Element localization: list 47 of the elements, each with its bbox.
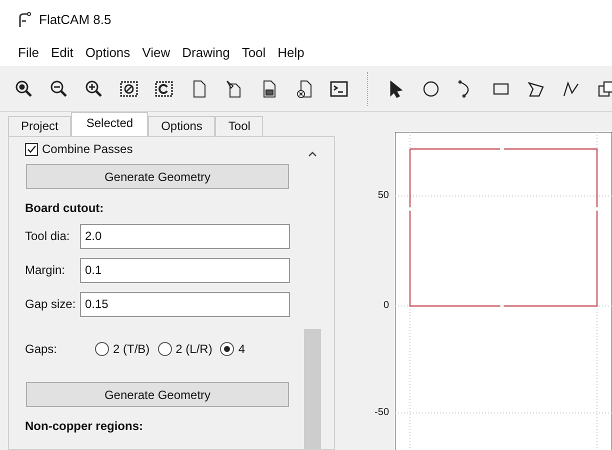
clear-plot-icon[interactable] (119, 78, 139, 98)
path-icon[interactable] (561, 78, 581, 98)
replot-icon[interactable] (154, 78, 174, 98)
scroll-up-icon[interactable] (308, 151, 316, 157)
zoom-fit-icon[interactable] (14, 78, 34, 98)
circle-icon[interactable] (421, 78, 441, 98)
delete-file-icon[interactable] (294, 78, 314, 98)
field-label: Tool dia: (25, 228, 71, 245)
field-label: Gaps: (25, 341, 58, 358)
menu-item[interactable]: Edit (44, 43, 80, 63)
menu-item[interactable]: Tool (236, 43, 272, 63)
generate-geometry-button[interactable]: Generate Geometry (26, 382, 289, 407)
tab[interactable]: Options (148, 116, 216, 136)
scroll-thumb[interactable] (304, 329, 320, 449)
checkbox-label: Combine Passes (42, 141, 133, 158)
window-title: FlatCAM 8.5 (39, 11, 112, 30)
tab[interactable]: Tool (215, 116, 264, 136)
section-heading: Non-copper regions: (25, 418, 144, 435)
zoom-out-icon[interactable] (49, 78, 69, 98)
generate-geometry-button[interactable]: Generate Geometry (26, 164, 289, 189)
menu-item[interactable]: View (136, 43, 176, 63)
menu-item[interactable]: Help (272, 43, 310, 63)
field-label: Gap size: (25, 296, 77, 313)
axis-label: 0 (383, 300, 389, 312)
tab[interactable]: Project (8, 116, 72, 136)
menu-item[interactable]: File (12, 43, 45, 63)
radio-button[interactable] (158, 342, 172, 356)
app-logo-icon (17, 12, 31, 28)
checkbox[interactable] (25, 142, 38, 156)
input-field[interactable]: 2.0 (80, 224, 290, 248)
shell-icon[interactable] (329, 78, 349, 98)
radio-label: 4 (238, 341, 246, 358)
tab[interactable]: Selected (71, 112, 148, 136)
radio-button[interactable] (95, 342, 109, 356)
section-heading: Board cutout: (25, 200, 105, 217)
field-label: Margin: (25, 262, 66, 279)
menu-item[interactable]: Options (79, 43, 136, 63)
zoom-in-icon[interactable] (84, 78, 104, 98)
copy-icon[interactable] (596, 78, 612, 98)
radio-button[interactable] (220, 342, 234, 356)
radio-label: 2 (L/R) (176, 341, 212, 358)
input-field[interactable]: 0.15 (80, 292, 290, 316)
radio-label: 2 (T/B) (113, 341, 150, 358)
menu-item[interactable]: Drawing (176, 43, 236, 63)
axis-label: 50 (378, 190, 389, 202)
input-field[interactable]: 0.1 (80, 258, 290, 282)
axis-label: -50 (374, 407, 389, 419)
